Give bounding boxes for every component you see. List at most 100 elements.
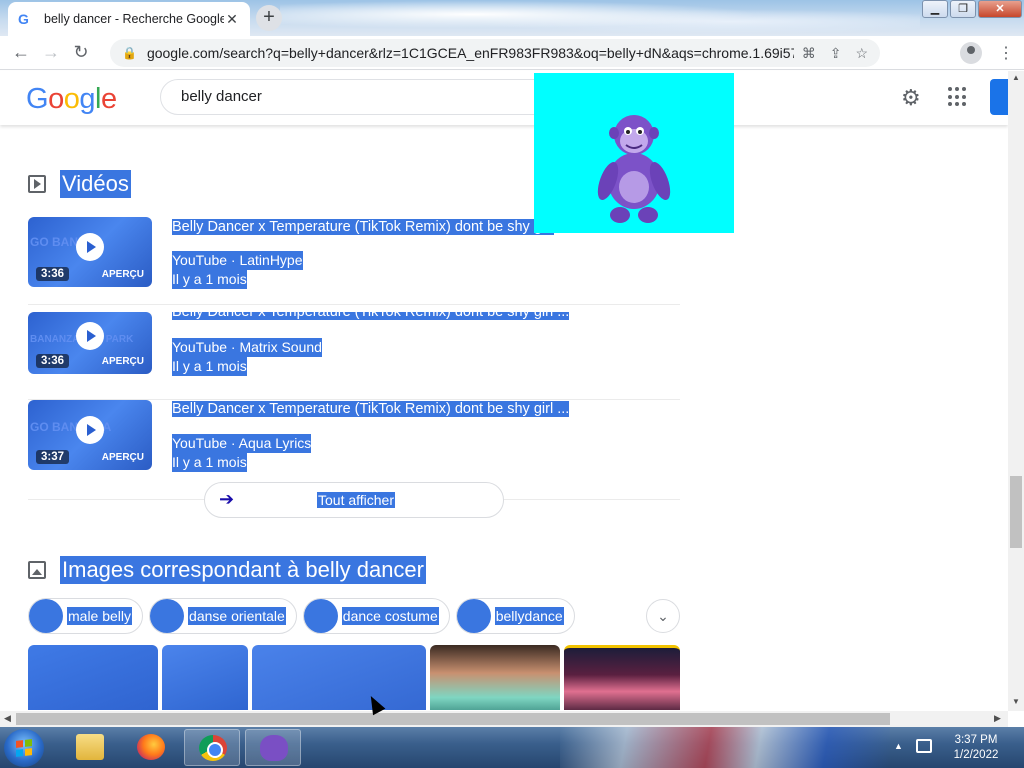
vertical-scroll-thumb[interactable]	[1010, 476, 1022, 548]
video-icon	[28, 175, 46, 193]
floating-character-window[interactable]	[534, 73, 734, 233]
window-controls: ▁ ❐ ✕	[920, 0, 1022, 20]
purple-gorilla-character[interactable]	[594, 111, 674, 225]
browser-toolbar: ← → ↻ 🔒 google.com/search?q=belly+dancer…	[0, 36, 1024, 70]
windows-taskbar: ▲ 3:37 PM 1/2/2022	[0, 727, 1024, 768]
new-tab-button[interactable]: +	[256, 5, 282, 31]
show-hidden-icons-icon[interactable]: ▲	[894, 741, 903, 751]
translate-icon[interactable]: ⌘	[802, 45, 816, 62]
video-thumbnail[interactable]: GO BANANZA 3:37 APERÇU	[28, 400, 152, 470]
video-title-link[interactable]: Belly Dancer x Temperature (TikTok Remix…	[172, 219, 554, 235]
window-background	[280, 0, 920, 36]
images-heading: Images correspondant à belly dancer	[60, 556, 426, 584]
chip-thumbnail	[29, 599, 63, 633]
scroll-down-icon[interactable]: ▼	[1012, 697, 1020, 706]
chevron-down-icon[interactable]: ⌄	[646, 599, 680, 633]
scroll-up-icon[interactable]: ▲	[1012, 73, 1020, 82]
browser-tab[interactable]: G belly dancer - Recherche Google ✕	[8, 2, 250, 36]
video-duration: 3:37	[36, 450, 70, 464]
image-icon	[28, 561, 46, 579]
network-icon[interactable]	[916, 739, 932, 753]
show-all-videos-button[interactable]: ➔ Tout afficher	[204, 482, 504, 518]
chip-bellydance[interactable]: bellydance	[455, 598, 575, 634]
scroll-right-icon[interactable]: ▶	[994, 713, 1001, 724]
reload-button[interactable]: ↻	[66, 42, 96, 63]
url-text[interactable]: google.com/search?q=belly+dancer&rlz=1C1…	[147, 45, 794, 61]
chip-male-belly[interactable]: male belly	[28, 598, 144, 634]
video-source: YouTube · LatinHype	[172, 251, 303, 270]
chip-label: dance costume	[341, 607, 439, 625]
preview-label: APERÇU	[101, 452, 144, 463]
purple-gorilla-icon	[260, 735, 288, 761]
video-result[interactable]: BANANZA BEN PARK 3:36 APERÇU Belly Dance…	[28, 312, 680, 400]
system-tray: ▲ 3:37 PM 1/2/2022	[890, 727, 1024, 768]
video-thumbnail[interactable]: BANANZA BEN PARK 3:36 APERÇU	[28, 312, 152, 374]
taskbar-bonzi[interactable]	[245, 729, 301, 766]
close-tab-icon[interactable]: ✕	[224, 11, 240, 28]
show-all-label: Tout afficher	[317, 492, 396, 508]
close-window-button[interactable]: ✕	[978, 0, 1022, 18]
image-filter-chips: male belly danse orientale dance costume…	[28, 598, 575, 634]
video-age: Il y a 1 mois	[172, 453, 247, 472]
chip-danse-orientale[interactable]: danse orientale	[149, 598, 297, 634]
play-icon[interactable]	[76, 233, 104, 261]
clock[interactable]: 3:37 PM 1/2/2022	[946, 733, 1006, 763]
preview-label: APERÇU	[101, 356, 144, 367]
image-result[interactable]	[430, 645, 560, 710]
video-title-link[interactable]: Belly Dancer x Temperature (TikTok Remix…	[172, 401, 570, 417]
image-result[interactable]	[564, 645, 680, 710]
video-age: Il y a 1 mois	[172, 270, 247, 289]
back-button[interactable]: ←	[6, 42, 36, 63]
chip-label: danse orientale	[188, 607, 286, 625]
videos-section-header: Vidéos	[28, 170, 131, 198]
chip-thumbnail	[456, 599, 491, 633]
chip-label: male belly	[67, 607, 133, 625]
start-button[interactable]	[4, 729, 44, 767]
horizontal-scroll-thumb[interactable]	[16, 713, 890, 725]
video-result[interactable]: GO BANANZA 3:37 APERÇU Belly Dancer x Te…	[28, 400, 680, 488]
image-result[interactable]	[252, 645, 426, 710]
play-icon[interactable]	[76, 416, 104, 444]
chip-label: bellydance	[494, 607, 564, 625]
search-results: Vidéos GO BANZA 3:36 APERÇU Belly Dancer…	[0, 126, 1008, 710]
play-icon[interactable]	[76, 322, 104, 350]
desktop-wallpaper	[560, 727, 890, 768]
firefox-icon	[137, 734, 165, 760]
taskbar-explorer[interactable]	[62, 729, 118, 766]
search-input[interactable]: belly dancer	[160, 79, 560, 115]
apps-grid-icon[interactable]	[948, 87, 968, 107]
videos-heading: Vidéos	[60, 170, 131, 198]
chip-thumbnail	[150, 599, 185, 633]
vertical-scrollbar[interactable]: ▲ ▼	[1008, 71, 1024, 711]
star-icon[interactable]: ☆	[855, 45, 868, 62]
arrow-right-icon: ➔	[219, 489, 235, 509]
share-icon[interactable]: ⇪	[830, 45, 842, 62]
horizontal-scrollbar[interactable]: ◀ ▶	[0, 711, 1008, 727]
forward-button[interactable]: →	[36, 42, 66, 63]
menu-kebab-icon[interactable]: ⋮	[998, 43, 1014, 63]
restore-button[interactable]: ❐	[950, 0, 976, 18]
clock-date: 1/2/2022	[953, 749, 999, 761]
image-result[interactable]	[28, 645, 158, 710]
taskbar-firefox[interactable]	[123, 729, 179, 766]
video-age: Il y a 1 mois	[172, 357, 247, 376]
video-thumbnail[interactable]: GO BANZA 3:36 APERÇU	[28, 217, 152, 287]
minimize-button[interactable]: ▁	[922, 0, 948, 18]
chrome-icon	[199, 735, 227, 761]
scroll-left-icon[interactable]: ◀	[4, 713, 11, 724]
taskbar-chrome[interactable]	[184, 729, 240, 766]
profile-avatar[interactable]	[960, 42, 982, 64]
sign-in-button[interactable]	[990, 79, 1008, 115]
gear-icon[interactable]: ⚙	[901, 85, 921, 111]
folder-icon	[76, 734, 104, 760]
video-source: YouTube · Aqua Lyrics	[172, 434, 312, 453]
google-logo[interactable]: Google	[26, 83, 117, 116]
video-title-link[interactable]: Belly Dancer x Temperature (TikTok Remix…	[172, 312, 570, 320]
tab-title: belly dancer - Recherche Google	[44, 12, 224, 26]
image-result[interactable]	[162, 645, 248, 710]
lock-icon[interactable]: 🔒	[122, 46, 137, 60]
chip-dance-costume[interactable]: dance costume	[302, 598, 450, 634]
browser-tab-strip: G belly dancer - Recherche Google ✕ + ▁ …	[0, 0, 1024, 36]
video-source: YouTube · Matrix Sound	[172, 338, 322, 357]
address-bar[interactable]: 🔒 google.com/search?q=belly+dancer&rlz=1…	[110, 39, 880, 67]
